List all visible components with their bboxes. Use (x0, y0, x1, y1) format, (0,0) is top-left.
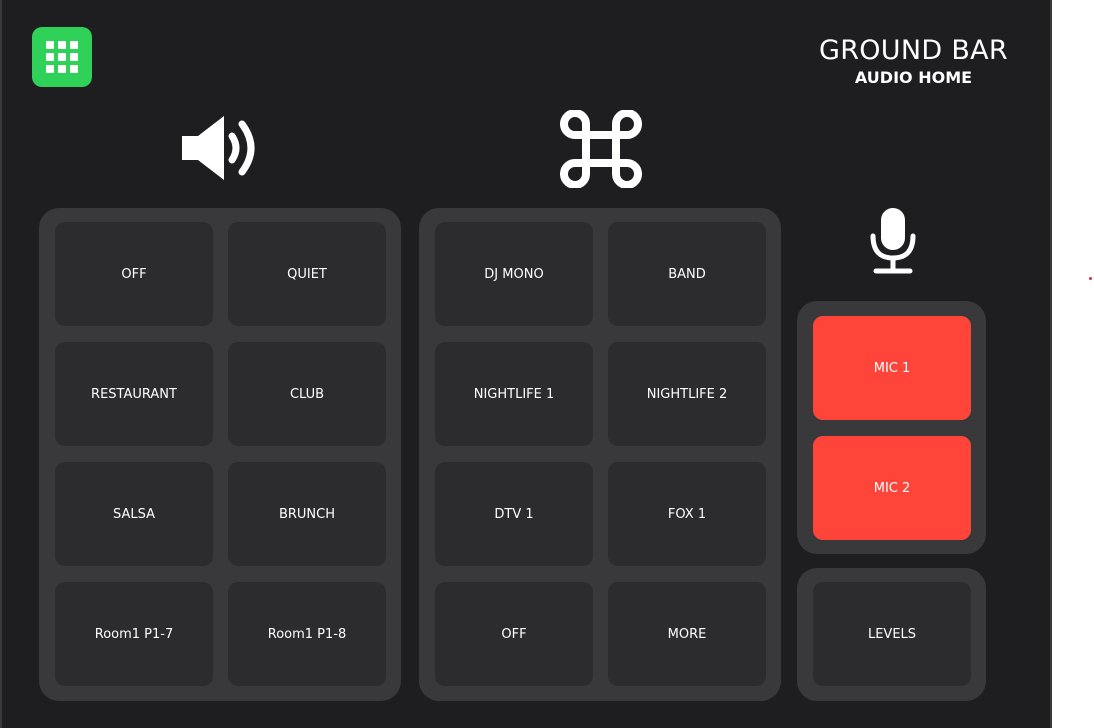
source-button[interactable]: NIGHTLIFE 2 (608, 342, 766, 446)
preset-button[interactable]: CLUB (228, 342, 386, 446)
source-button[interactable]: DTV 1 (435, 462, 593, 566)
preset-button[interactable]: Room1 P1-8 (228, 582, 386, 686)
indicator-dot (1089, 277, 1092, 280)
venue-title: GROUND BAR (818, 35, 1008, 66)
source-button[interactable]: DJ MONO (435, 222, 593, 326)
preset-button[interactable]: RESTAURANT (55, 342, 213, 446)
preset-button[interactable]: SALSA (55, 462, 213, 566)
preset-button[interactable]: OFF (55, 222, 213, 326)
preset-button[interactable]: Room1 P1-7 (55, 582, 213, 686)
source-group: DJ MONO BAND NIGHTLIFE 1 NIGHTLIFE 2 DTV… (419, 208, 781, 701)
levels-button[interactable]: LEVELS (813, 582, 971, 686)
microphone-icon (870, 208, 916, 274)
speaker-volume-icon (182, 116, 255, 180)
mic-group: MIC 1 MIC 2 (797, 301, 986, 554)
preset-button[interactable]: QUIET (228, 222, 386, 326)
source-button[interactable]: OFF (435, 582, 593, 686)
apps-button[interactable] (32, 27, 92, 87)
mic-1-button[interactable]: MIC 1 (813, 316, 971, 420)
apps-grid-icon (46, 41, 78, 73)
page-subtitle: AUDIO HOME (854, 68, 973, 87)
preset-group: OFF QUIET RESTAURANT CLUB SALSA BRUNCH R… (39, 208, 401, 701)
mic-2-button[interactable]: MIC 2 (813, 436, 971, 540)
header: GROUND BAR AUDIO HOME (819, 36, 1008, 90)
audio-control-panel: GROUND BAR AUDIO HOME OFF QUIET RESTAURA… (0, 0, 1052, 728)
preset-button[interactable]: BRUNCH (228, 462, 386, 566)
source-button[interactable]: NIGHTLIFE 1 (435, 342, 593, 446)
levels-group: LEVELS (797, 568, 986, 701)
source-button[interactable]: MORE (608, 582, 766, 686)
command-key-icon (560, 110, 642, 188)
source-button[interactable]: BAND (608, 222, 766, 326)
source-button[interactable]: FOX 1 (608, 462, 766, 566)
